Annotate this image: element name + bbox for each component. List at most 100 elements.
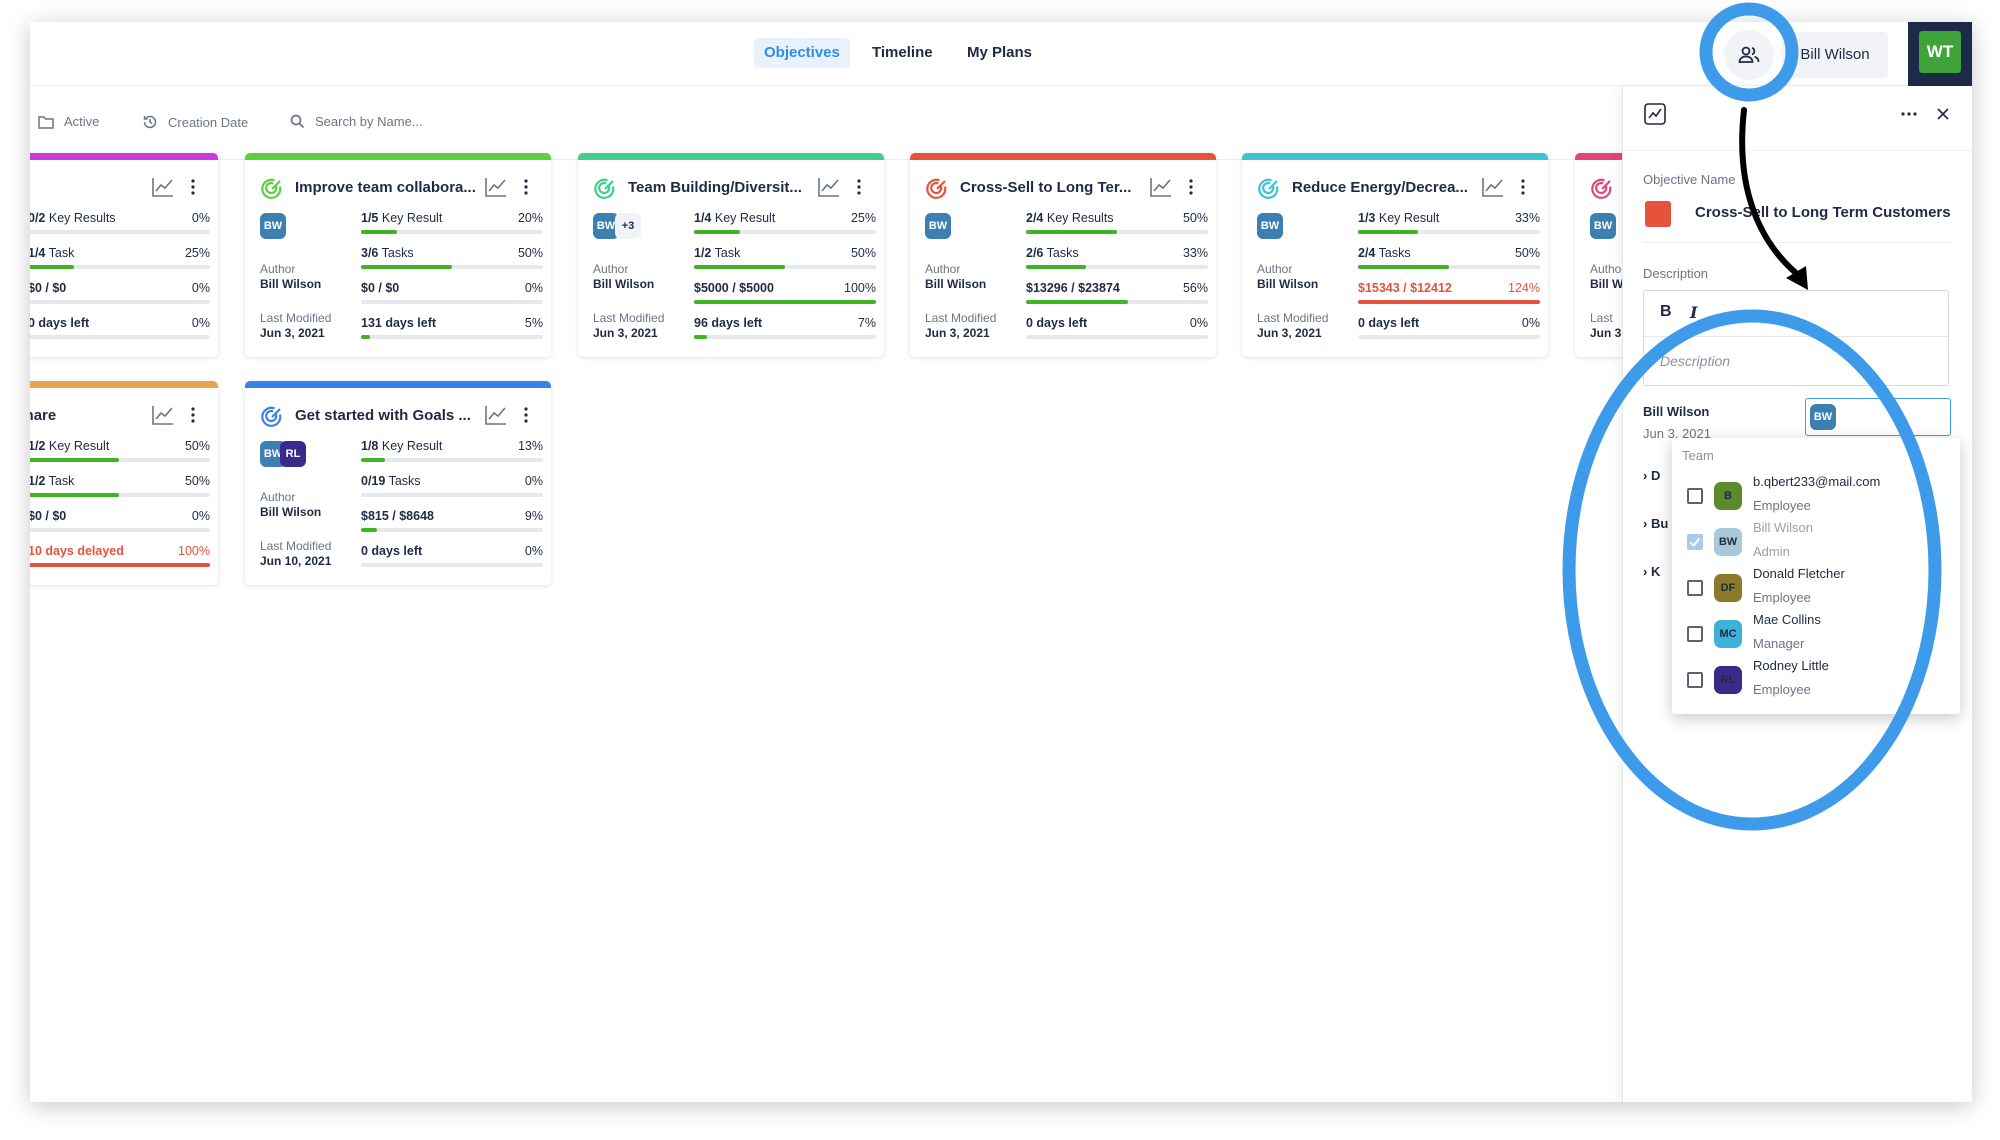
metric-value: 1/5 [361, 211, 379, 225]
progress-metric[interactable]: 0 days left 0% [30, 316, 210, 342]
sort-filter[interactable]: Creation Date [142, 114, 248, 130]
progress-metric[interactable]: 1/4 Task 25% [30, 246, 210, 272]
progress-metric[interactable]: 1/5 Key Result 20% [361, 211, 543, 237]
close-icon[interactable] [1937, 108, 1949, 120]
member-name: Rodney Little [1753, 658, 1829, 673]
progress-metric[interactable]: $0 / $0 0% [361, 281, 543, 307]
metric-unit: Key Result [45, 439, 110, 453]
progress-track [361, 300, 543, 304]
team-member-option[interactable]: DF Donald Fletcher Employee [1672, 566, 1960, 612]
tab-objectives[interactable]: Objectives [754, 38, 850, 68]
member-checkbox[interactable] [1687, 626, 1703, 642]
status-filter[interactable]: Active [38, 114, 99, 129]
metric-percent: 0% [1521, 316, 1540, 330]
progress-metric[interactable]: 0 days left 0% [1358, 316, 1540, 342]
trend-chart-icon[interactable] [485, 405, 507, 425]
card-title[interactable]: Improve team collabora... [295, 179, 485, 196]
progress-metric[interactable]: $15343 / $12412 124% [1358, 281, 1540, 307]
card-title[interactable]: Market Share [30, 407, 152, 424]
trend-chart-icon[interactable] [152, 405, 174, 425]
progress-metric[interactable]: 131 days left 5% [361, 316, 543, 342]
team-member-option[interactable]: BW Bill Wilson Admin [1672, 520, 1960, 566]
progress-metric[interactable]: 10 days delayed 100% [30, 544, 210, 570]
progress-metric[interactable]: 0/19 Tasks 0% [361, 474, 543, 500]
progress-metric[interactable]: 1/2 Task 50% [694, 246, 876, 272]
goal-target-icon [594, 178, 615, 199]
more-icon[interactable] [1901, 112, 1917, 116]
team-select[interactable]: BW [1805, 398, 1951, 436]
author-name: Bill Wilson [925, 277, 987, 291]
tab-timeline[interactable]: Timeline [862, 38, 943, 68]
section-row[interactable]: › D [1643, 468, 1660, 483]
search-field[interactable]: Search by Name... [290, 114, 423, 129]
last-modified-date: Jun 3 [1590, 326, 1622, 340]
progress-metric[interactable]: 96 days left 7% [694, 316, 876, 342]
progress-metric[interactable]: 1/2 Task 50% [30, 474, 210, 500]
card-title[interactable]: Cross-Sell to Long Ter... [960, 179, 1150, 196]
member-checkbox[interactable] [1687, 672, 1703, 688]
progress-metric[interactable]: 3/6 Tasks 50% [361, 246, 543, 272]
workspace-switcher[interactable]: WT [1908, 22, 1972, 86]
kebab-menu-icon[interactable] [1186, 177, 1196, 197]
member-checkbox[interactable] [1687, 534, 1703, 550]
description-editor[interactable]: B I Description [1643, 290, 1949, 386]
kebab-menu-icon[interactable] [521, 405, 531, 425]
team-member-option[interactable]: B b.qbert233@mail.com Employee [1672, 474, 1960, 520]
progress-metric[interactable]: 1/3 Key Result 33% [1358, 211, 1540, 237]
objective-card[interactable]: Market Share 1/2 Key Result 50% 1/2 Task… [30, 381, 218, 585]
objective-card[interactable]: Get started with Goals ... BW RL Author Bill… [245, 381, 551, 585]
member-role: Manager [1753, 636, 1805, 651]
trend-chart-icon[interactable] [818, 177, 840, 197]
trend-chart-icon[interactable] [1150, 177, 1172, 197]
objective-card[interactable]: Team Building/Diversit... BW +3 Author Bill … [578, 153, 884, 357]
progress-metric[interactable]: 0 days left 0% [1026, 316, 1208, 342]
card-title[interactable]: Get started with Goals ... [295, 407, 485, 424]
kebab-menu-icon[interactable] [854, 177, 864, 197]
progress-metric[interactable]: $13296 / $23874 56% [1026, 281, 1208, 307]
last-modified-label: Last Modified [593, 311, 665, 325]
team-member-option[interactable]: MC Mae Collins Manager [1672, 612, 1960, 658]
bold-icon[interactable]: B [1660, 303, 1672, 321]
member-checkbox[interactable] [1687, 580, 1703, 596]
more-members-badge[interactable]: +3 [615, 213, 641, 239]
progress-metric[interactable]: 1/2 Key Result 50% [30, 439, 210, 465]
trend-chart-icon[interactable] [152, 177, 174, 197]
italic-icon[interactable]: I [1690, 303, 1697, 322]
progress-metric[interactable]: $815 / $8648 9% [361, 509, 543, 535]
section-row[interactable]: › Bu [1643, 516, 1668, 531]
member-avatar: RL [1714, 666, 1742, 694]
progress-metric[interactable]: 1/8 Key Result 13% [361, 439, 543, 465]
progress-metric[interactable]: 0 days left 0% [361, 544, 543, 570]
progress-metric[interactable]: 1/4 Key Result 25% [694, 211, 876, 237]
objective-card[interactable]: Improve team collabora... BW Author Bill Wi… [245, 153, 551, 357]
card-title[interactable]: Team Building/Diversit... [628, 179, 818, 196]
progress-metric[interactable]: 0/2 Key Results 0% [30, 211, 210, 237]
chart-icon[interactable] [1643, 102, 1667, 126]
kebab-menu-icon[interactable] [1518, 177, 1528, 197]
progress-metric[interactable]: $5000 / $5000 100% [694, 281, 876, 307]
team-member-option[interactable]: RL Rodney Little Employee [1672, 658, 1960, 704]
kebab-menu-icon[interactable] [188, 405, 198, 425]
objective-card[interactable]: Reduce Energy/Decrea... BW Author Bill Wils… [1242, 153, 1548, 357]
card-title[interactable]: Reduce Energy/Decrea... [1292, 179, 1482, 196]
card-title[interactable]: Profits [30, 179, 152, 196]
objective-card[interactable]: Cross-Sell to Long Ter... BW Author Bill Wi… [910, 153, 1216, 357]
team-button[interactable] [1724, 30, 1774, 80]
progress-metric[interactable]: $0 / $0 0% [30, 281, 210, 307]
kebab-menu-icon[interactable] [188, 177, 198, 197]
user-name-chip[interactable]: Bill Wilson [1782, 32, 1888, 78]
objective-color-swatch[interactable] [1645, 201, 1671, 227]
objective-name-value[interactable]: Cross-Sell to Long Term Customers [1695, 204, 1951, 221]
section-row[interactable]: › K [1643, 564, 1660, 579]
progress-metric[interactable]: 2/6 Tasks 33% [1026, 246, 1208, 272]
kebab-menu-icon[interactable] [521, 177, 531, 197]
trend-chart-icon[interactable] [1482, 177, 1504, 197]
progress-metric[interactable]: 2/4 Tasks 50% [1358, 246, 1540, 272]
progress-metric[interactable]: 2/4 Key Results 50% [1026, 211, 1208, 237]
objective-card[interactable]: Profits 0/2 Key Results 0% 1/4 Task 25% … [30, 153, 218, 357]
progress-metric[interactable]: $0 / $0 0% [30, 509, 210, 535]
member-checkbox[interactable] [1687, 488, 1703, 504]
trend-chart-icon[interactable] [485, 177, 507, 197]
avatar: BW [1810, 404, 1836, 430]
tab-my-plans[interactable]: My Plans [957, 38, 1042, 68]
